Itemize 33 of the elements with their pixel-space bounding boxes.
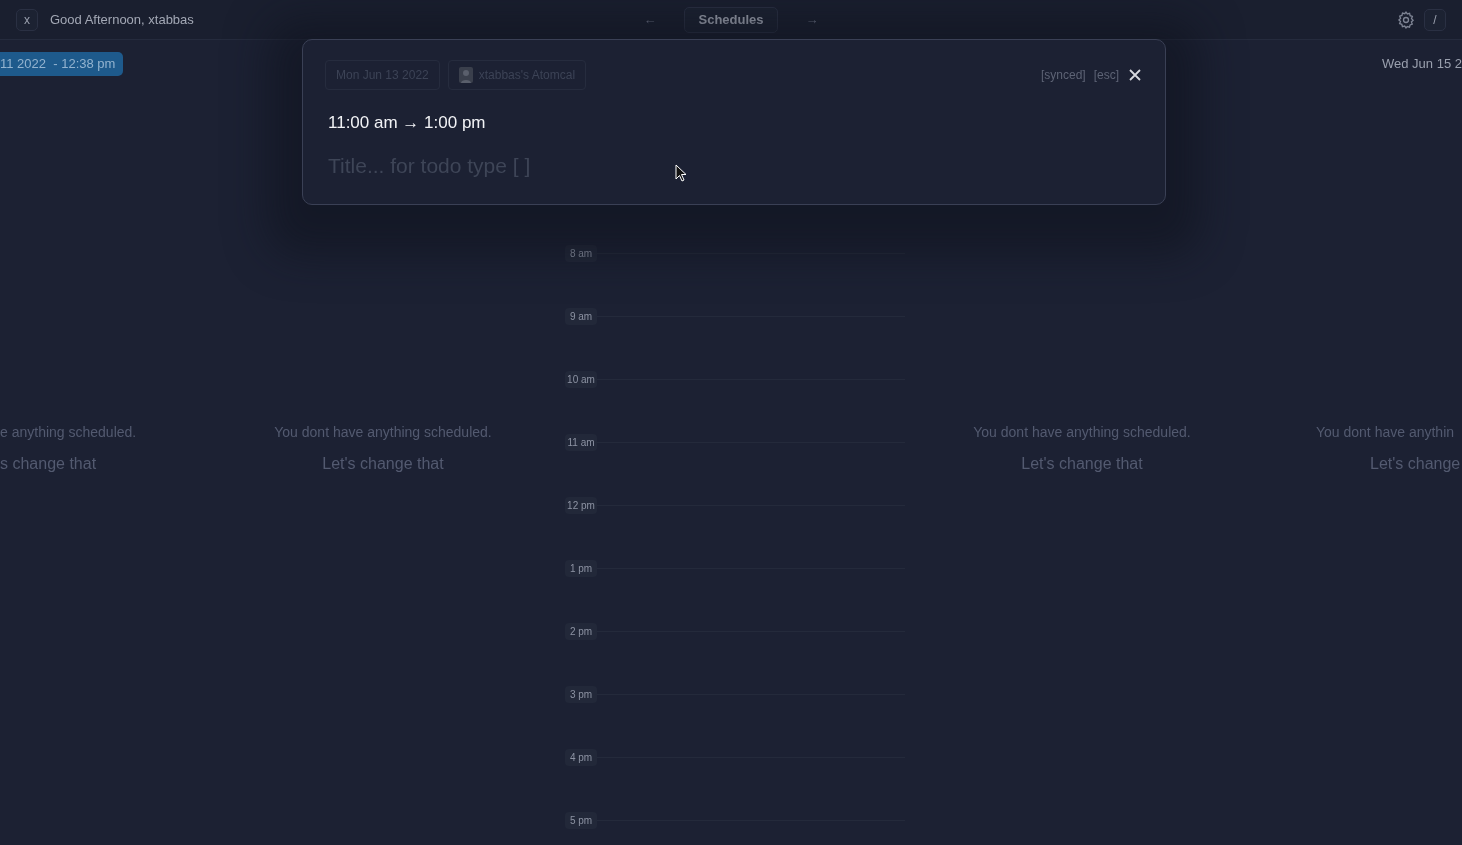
esc-hint: [esc]: [1093, 67, 1119, 84]
hour-label: 1 pm: [565, 560, 597, 577]
hour-label: 5 pm: [565, 812, 597, 829]
hour-label: 9 am: [565, 308, 597, 325]
hour-label: 11 am: [565, 434, 597, 451]
date-label: 11 2022 - 12:38 pm: [0, 52, 124, 76]
empty-message: You dont have anythin: [1316, 423, 1455, 442]
schedules-button[interactable]: Schedules: [684, 7, 778, 33]
hour-label: 3 pm: [565, 686, 597, 703]
date-label: Wed Jun 15 2: [1382, 55, 1462, 73]
hour-label: 10 am: [565, 371, 597, 388]
hour-label: 2 pm: [565, 623, 597, 640]
empty-message: e anything scheduled.: [0, 423, 137, 442]
hour-label: 4 pm: [565, 749, 597, 766]
avatar-icon: [458, 67, 473, 83]
cursor-icon: [675, 164, 687, 182]
sync-status: [synced]: [1040, 67, 1086, 84]
shortcut-button[interactable]: /: [1424, 8, 1446, 31]
settings-icon[interactable]: [1396, 9, 1416, 30]
next-button[interactable]: →: [805, 10, 819, 30]
empty-message: You dont have anything scheduled.: [274, 423, 492, 442]
hour-label: 12 pm: [565, 497, 597, 514]
previous-button[interactable]: ←: [643, 10, 657, 30]
greeting-text: Good Afternoon, xtabbas: [50, 10, 194, 29]
empty-action-link[interactable]: Let's change that: [1021, 452, 1143, 476]
close-button[interactable]: x: [16, 8, 38, 31]
empty-action-link[interactable]: Let's change: [1370, 452, 1461, 476]
time-range: 11:00 am → 1:00 pm: [328, 112, 487, 134]
close-button[interactable]: [1127, 67, 1143, 83]
empty-message: You dont have anything scheduled.: [973, 423, 1191, 442]
empty-action-link[interactable]: Let's change that: [322, 452, 444, 476]
empty-action-link[interactable]: s change that: [0, 452, 97, 476]
hour-label: 8 am: [565, 245, 597, 262]
